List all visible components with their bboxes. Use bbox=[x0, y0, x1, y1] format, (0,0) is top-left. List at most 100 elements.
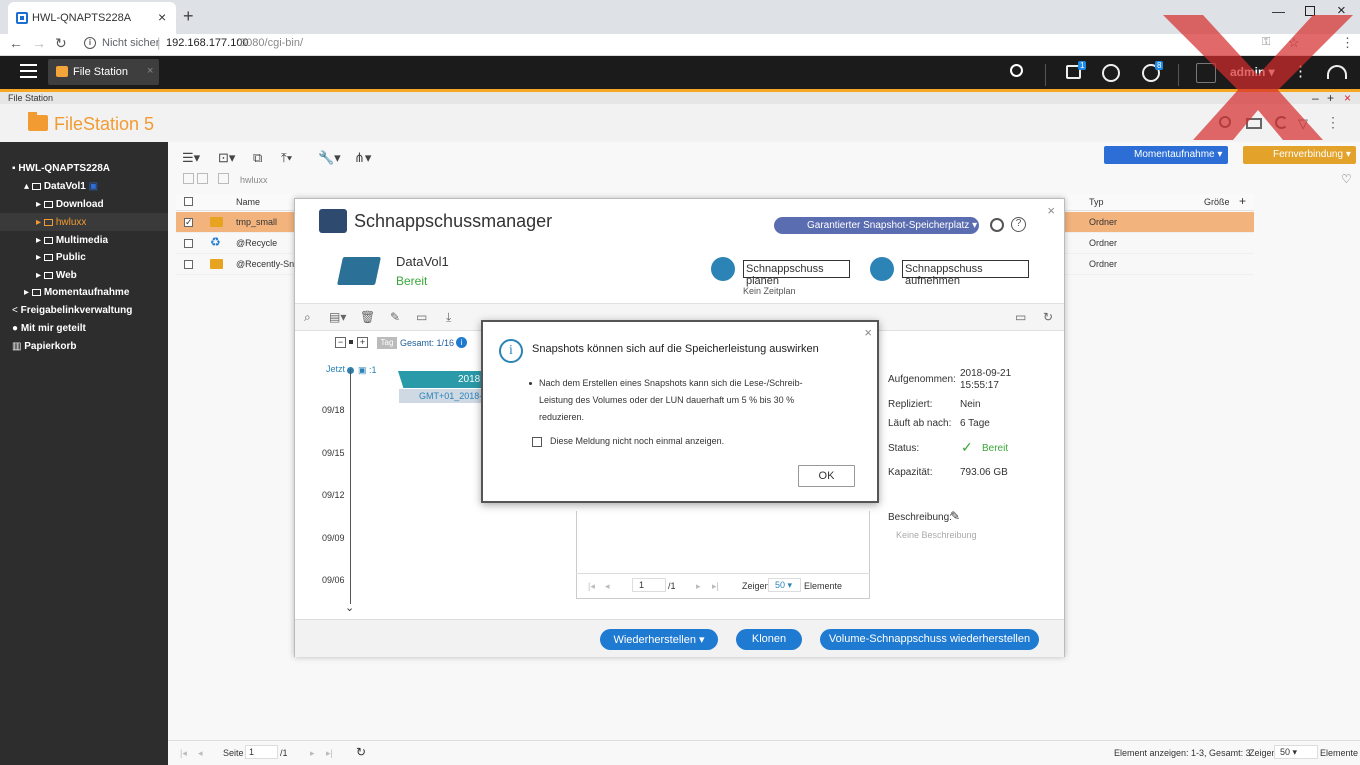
sidebar-item-web[interactable]: ▸ Web bbox=[36, 270, 77, 281]
new-tab-icon[interactable]: + bbox=[183, 6, 194, 27]
clone-button[interactable]: Klonen bbox=[736, 629, 802, 650]
page-size-select[interactable]: 50 ▾ bbox=[1274, 745, 1318, 759]
browser-tab[interactable]: HWL-QNAPTS228A × bbox=[8, 2, 176, 34]
momentaufnahme-label: Momentaufnahme bbox=[1134, 149, 1215, 160]
collapse-icon[interactable]: − bbox=[335, 337, 346, 348]
search-snapshot-icon[interactable]: ⌕ bbox=[304, 310, 311, 325]
edit-icon[interactable]: ✎ bbox=[390, 310, 400, 324]
tools-icon[interactable]: 🔧▾ bbox=[318, 150, 341, 166]
app-tab-label: File Station bbox=[73, 66, 129, 78]
first-page-icon[interactable]: |◂ bbox=[180, 748, 187, 759]
filestation-logo-icon bbox=[28, 112, 48, 131]
gear-icon[interactable] bbox=[990, 218, 1004, 232]
back-nav-icon[interactable] bbox=[183, 173, 194, 184]
share-icon: < bbox=[12, 305, 18, 316]
schedule-status: Kein Zeitplan bbox=[743, 286, 796, 296]
forward-icon[interactable]: → bbox=[32, 35, 46, 51]
back-icon[interactable]: ← bbox=[9, 35, 23, 51]
close-alert-icon[interactable]: × bbox=[864, 325, 872, 340]
ok-button[interactable]: OK bbox=[798, 465, 855, 487]
logo-version: 5 bbox=[139, 114, 155, 134]
sidebar-item-momentaufnahme[interactable]: ▸ Momentaufnahme bbox=[24, 287, 129, 298]
select-all-checkbox[interactable] bbox=[184, 197, 193, 206]
camera-icon[interactable] bbox=[870, 257, 894, 281]
close-app-tab-icon[interactable]: × bbox=[147, 65, 153, 77]
remote-connection-button[interactable]: Fernverbindung ▾ bbox=[1243, 146, 1356, 164]
info-icon[interactable]: i bbox=[456, 337, 467, 348]
restore-button[interactable]: Wiederherstellen ▾ bbox=[600, 629, 718, 650]
volume-status: Bereit bbox=[396, 274, 428, 288]
take-snapshot-button[interactable]: Schnappschuss aufnehmen bbox=[902, 260, 1029, 287]
row-checkbox[interactable] bbox=[184, 260, 193, 269]
snapshot-view-icon[interactable]: ▤▾ bbox=[329, 310, 346, 324]
reload-icon[interactable]: ↻ bbox=[55, 35, 67, 52]
momentaufnahme-button[interactable]: Momentaufnahme ▾ bbox=[1104, 146, 1228, 164]
sidebar-item-freigabe[interactable]: < Freigabelinkverwaltung bbox=[12, 305, 132, 316]
info-icon[interactable]: i bbox=[84, 37, 96, 49]
show-label: Zeigen bbox=[1249, 748, 1277, 758]
page-input[interactable]: 1 bbox=[245, 745, 278, 759]
upload-icon[interactable]: ⤒▾ bbox=[281, 150, 292, 166]
download-icon[interactable]: ⤓ bbox=[446, 310, 451, 325]
tag-button[interactable]: Tag bbox=[377, 337, 397, 349]
col-type[interactable]: Typ bbox=[1089, 197, 1104, 207]
row-checkbox[interactable] bbox=[184, 239, 193, 248]
snapshot-item[interactable]: GMT+01_2018- bbox=[399, 389, 487, 403]
page-label: Seite bbox=[223, 748, 244, 758]
copy-icon[interactable]: ⧉ bbox=[253, 150, 262, 166]
alert-message: Nach dem Erstellen eines Snapshots kann … bbox=[529, 375, 824, 426]
url-path[interactable]: :8080/cgi-bin/ bbox=[237, 37, 303, 49]
col-size[interactable]: Größe bbox=[1204, 197, 1230, 207]
refresh-snapshot-icon[interactable]: ↻ bbox=[1043, 310, 1053, 324]
logo-main: FileStation bbox=[54, 114, 140, 134]
app-tab-filestation[interactable]: File Station × bbox=[48, 59, 159, 85]
dont-show-again-checkbox[interactable] bbox=[532, 437, 542, 447]
sidebar-item-shared[interactable]: ● Mit mir geteilt bbox=[12, 323, 86, 334]
list-view-icon[interactable]: ☰▾ bbox=[182, 150, 200, 166]
capacity-label: Kapazität: bbox=[888, 467, 933, 478]
sidebar-item-download[interactable]: ▸ Download bbox=[36, 199, 104, 210]
expand-icon[interactable]: + bbox=[357, 337, 368, 348]
sidebar-volume-label: DataVol1 bbox=[43, 181, 86, 192]
first-page-icon[interactable]: |◂ bbox=[588, 581, 595, 592]
share-menu-icon[interactable]: ⋔▾ bbox=[354, 150, 371, 166]
close-tab-icon[interactable]: × bbox=[158, 9, 166, 25]
close-dialog-icon[interactable]: × bbox=[1047, 203, 1055, 218]
guaranteed-space-label: Garantierter Snapshot-Speicherplatz bbox=[807, 220, 970, 231]
timeline-down-icon[interactable]: ⌄ bbox=[345, 601, 354, 614]
last-page-icon[interactable]: ▸| bbox=[326, 748, 333, 759]
sidebar-item-nas[interactable]: ▪ HWL-QNAPTS228A bbox=[12, 163, 110, 174]
refresh-list-icon[interactable]: ↻ bbox=[356, 745, 366, 759]
sidebar-item-hwluxx[interactable]: ▸ hwluxx bbox=[0, 213, 168, 231]
calendar-icon[interactable] bbox=[711, 257, 735, 281]
sync-icon[interactable] bbox=[1102, 64, 1120, 82]
list-page-size-select[interactable]: 50 ▾ bbox=[768, 578, 801, 592]
forward-nav-icon[interactable] bbox=[197, 173, 208, 184]
list-page-input[interactable]: 1 bbox=[632, 578, 666, 592]
prev-page-icon[interactable]: ◂ bbox=[198, 748, 203, 759]
favorite-heart-icon[interactable]: ♡ bbox=[1341, 172, 1352, 186]
main-menu-icon[interactable] bbox=[20, 64, 37, 78]
sidebar-item-public[interactable]: ▸ Public bbox=[36, 252, 86, 263]
add-column-icon[interactable]: + bbox=[1239, 194, 1246, 208]
volume-restore-button[interactable]: Volume-Schnappschuss wiederherstellen bbox=[820, 629, 1039, 650]
next-page-icon[interactable]: ▸ bbox=[696, 581, 701, 592]
last-page-icon[interactable]: ▸| bbox=[712, 581, 719, 592]
sidebar-item-trash[interactable]: ▥ Papierkorb bbox=[12, 341, 76, 352]
plan-snapshot-button[interactable]: Schnappschuss planen bbox=[743, 260, 850, 287]
next-page-icon[interactable]: ▸ bbox=[310, 748, 315, 759]
col-name[interactable]: Name bbox=[236, 197, 260, 207]
up-nav-icon[interactable] bbox=[218, 173, 229, 184]
window-view-icon[interactable]: ▭ bbox=[1015, 310, 1026, 324]
edit-description-icon[interactable]: ✎ bbox=[950, 509, 960, 523]
delete-icon[interactable]: 🗑 bbox=[360, 310, 375, 324]
sidebar-item-volume[interactable]: ▴ DataVol1 ▣ bbox=[24, 181, 98, 192]
row-checkbox[interactable]: ✓ bbox=[184, 218, 193, 227]
sidebar-item-multimedia[interactable]: ▸ Multimedia bbox=[36, 235, 108, 246]
search-icon[interactable] bbox=[1010, 64, 1023, 77]
new-folder-icon[interactable]: ⊡▾ bbox=[218, 150, 235, 166]
help-icon[interactable]: ? bbox=[1011, 217, 1026, 232]
prev-page-icon[interactable]: ◂ bbox=[605, 581, 610, 592]
guaranteed-space-button[interactable]: Garantierter Snapshot-Speicherplatz ▾ bbox=[774, 217, 979, 234]
open-folder-icon[interactable]: ▭ bbox=[416, 310, 427, 324]
